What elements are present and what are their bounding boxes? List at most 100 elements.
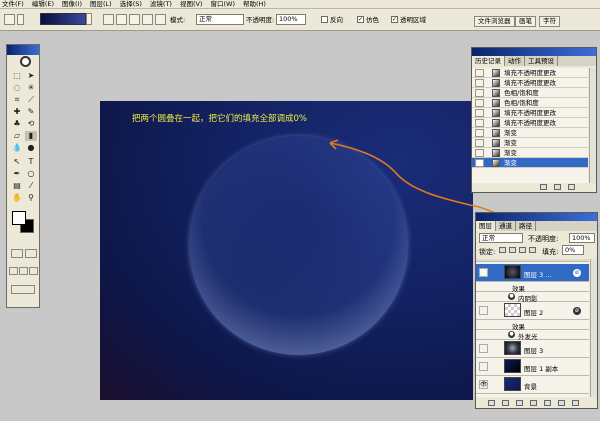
tab-character[interactable]: 字符 (539, 16, 560, 27)
layer-effects-icon[interactable]: ø (573, 269, 581, 277)
eraser-tool-icon[interactable]: ▱ (11, 131, 23, 141)
standard-mode-icon[interactable] (11, 249, 23, 258)
reverse-checkbox[interactable] (321, 16, 328, 23)
path-select-tool-icon[interactable]: ↖ (11, 157, 23, 167)
effect-eye-icon[interactable]: ● (508, 293, 515, 300)
history-brush-icon[interactable]: ⟲ (25, 119, 37, 129)
transparency-checkbox[interactable]: ✓ (391, 16, 398, 23)
shape-tool-icon[interactable]: ○ (25, 169, 37, 179)
history-item[interactable]: 填充不透明度更改 (472, 78, 588, 88)
gradient-picker[interactable] (40, 13, 86, 25)
menu-select[interactable]: 选择(S) (120, 0, 142, 9)
slice-tool-icon[interactable]: ⟋ (25, 95, 37, 105)
healing-brush-icon[interactable]: ✚ (11, 107, 23, 117)
link-layers-icon[interactable] (488, 400, 495, 406)
history-source-checkbox[interactable] (475, 129, 484, 137)
history-item-selected[interactable]: 渐变 (472, 158, 588, 168)
history-source-checkbox[interactable] (475, 149, 484, 157)
crop-tool-icon[interactable]: ⌗ (11, 95, 23, 105)
lasso-tool-icon[interactable]: ◌ (11, 83, 23, 93)
effect-outer-glow-row[interactable]: ● 外发光 (476, 330, 589, 341)
layer-row[interactable]: 👁 背景 (476, 376, 589, 394)
menu-window[interactable]: 窗口(W) (210, 0, 235, 9)
document-canvas[interactable] (100, 101, 473, 400)
new-adjustment-layer-icon[interactable] (544, 400, 551, 406)
screen-mode-full-icon[interactable] (29, 267, 38, 275)
effect-eye-icon[interactable]: ● (508, 331, 515, 338)
jump-to-imageready-icon[interactable] (11, 285, 35, 294)
blend-mode-select[interactable]: 正常 (479, 233, 523, 243)
history-source-checkbox[interactable] (475, 139, 484, 147)
history-item[interactable]: 渐变 (472, 128, 588, 138)
reflected-gradient-icon[interactable] (142, 14, 153, 25)
history-source-checkbox[interactable] (475, 89, 484, 97)
dither-checkbox[interactable]: ✓ (357, 16, 364, 23)
history-source-checkbox[interactable] (475, 69, 484, 77)
screen-mode-full-menu-icon[interactable] (19, 267, 28, 275)
tab-file-browser[interactable]: 文件浏览器 (474, 16, 515, 27)
zoom-tool-icon[interactable]: ⚲ (25, 193, 37, 203)
tab-tool-presets[interactable]: 工具预设 (525, 56, 558, 66)
pen-tool-icon[interactable]: ✒ (11, 169, 23, 179)
history-scrollbar[interactable] (589, 68, 596, 183)
dodge-tool-icon[interactable]: ● (25, 143, 37, 153)
history-item[interactable]: 填充不透明度更改 (472, 68, 588, 78)
notes-tool-icon[interactable]: ▤ (11, 181, 23, 191)
history-source-checkbox[interactable] (475, 109, 484, 117)
linear-gradient-icon[interactable] (103, 14, 114, 25)
mode-select[interactable]: 正常 (196, 14, 244, 25)
new-layer-icon[interactable] (558, 400, 565, 406)
new-document-from-state-icon[interactable] (540, 184, 547, 190)
new-set-icon[interactable] (530, 400, 537, 406)
tab-history[interactable]: 历史记录 (472, 56, 505, 66)
menu-image[interactable]: 图像(I) (62, 0, 82, 9)
lock-image-icon[interactable] (509, 247, 516, 253)
tab-layers[interactable]: 图层 (476, 221, 496, 231)
lock-position-icon[interactable] (519, 247, 526, 253)
radial-gradient-icon[interactable] (116, 14, 127, 25)
eyedropper-tool-icon[interactable]: ⁄ (25, 181, 37, 191)
history-item[interactable]: 填充不透明度更改 (472, 118, 588, 128)
add-layer-style-icon[interactable] (502, 400, 509, 406)
menu-help[interactable]: 帮助(H) (243, 0, 266, 9)
history-item[interactable]: 填充不透明度更改 (472, 108, 588, 118)
layer-effects-icon[interactable]: ø (573, 307, 581, 315)
history-state-marker-icon[interactable] (475, 159, 484, 167)
fill-field[interactable]: 0% (562, 245, 584, 255)
menu-view[interactable]: 视图(V) (180, 0, 203, 9)
menu-file[interactable]: 文件(F) (2, 0, 24, 9)
stamp-tool-icon[interactable]: ♣ (11, 119, 23, 129)
history-item[interactable]: 色相/饱和度 (472, 98, 588, 108)
tab-channels[interactable]: 通道 (496, 221, 516, 231)
layer-row[interactable]: 图层 2 ø (476, 302, 589, 320)
layer-row-selected[interactable]: 👁 图层 3 ... ø (476, 264, 589, 282)
quick-mask-icon[interactable] (25, 249, 37, 258)
effect-inner-shadow-row[interactable]: ● 内阴影 (476, 292, 589, 303)
visibility-eye-icon[interactable]: 👁 (479, 268, 488, 277)
layer-row[interactable]: 图层 3 (476, 340, 589, 358)
menu-filter[interactable]: 滤镜(T) (150, 0, 172, 9)
layers-scrollbar[interactable] (590, 259, 597, 397)
blur-tool-icon[interactable]: 💧 (11, 143, 23, 153)
tab-actions[interactable]: 动作 (505, 56, 525, 66)
type-tool-icon[interactable]: T (25, 157, 37, 167)
lock-transparency-icon[interactable] (499, 247, 506, 253)
brush-tool-icon[interactable]: ✎ (25, 107, 37, 117)
screen-mode-standard-icon[interactable] (9, 267, 18, 275)
foreground-color-swatch[interactable] (12, 211, 26, 225)
menu-edit[interactable]: 编辑(E) (32, 0, 54, 9)
add-mask-icon[interactable] (516, 400, 523, 406)
diamond-gradient-icon[interactable] (155, 14, 166, 25)
history-source-checkbox[interactable] (475, 119, 484, 127)
history-source-checkbox[interactable] (475, 79, 484, 87)
hand-tool-icon[interactable]: ✋ (11, 193, 23, 203)
history-item[interactable]: 色相/饱和度 (472, 88, 588, 98)
visibility-eye-icon[interactable]: 👁 (479, 380, 488, 389)
new-snapshot-icon[interactable] (554, 184, 561, 190)
angle-gradient-icon[interactable] (129, 14, 140, 25)
delete-state-icon[interactable] (568, 184, 575, 190)
effects-row[interactable]: 效果 (476, 282, 589, 293)
history-item[interactable]: 渐变 (472, 138, 588, 148)
visibility-eye-icon[interactable] (479, 344, 488, 353)
tab-paths[interactable]: 路径 (516, 221, 536, 231)
